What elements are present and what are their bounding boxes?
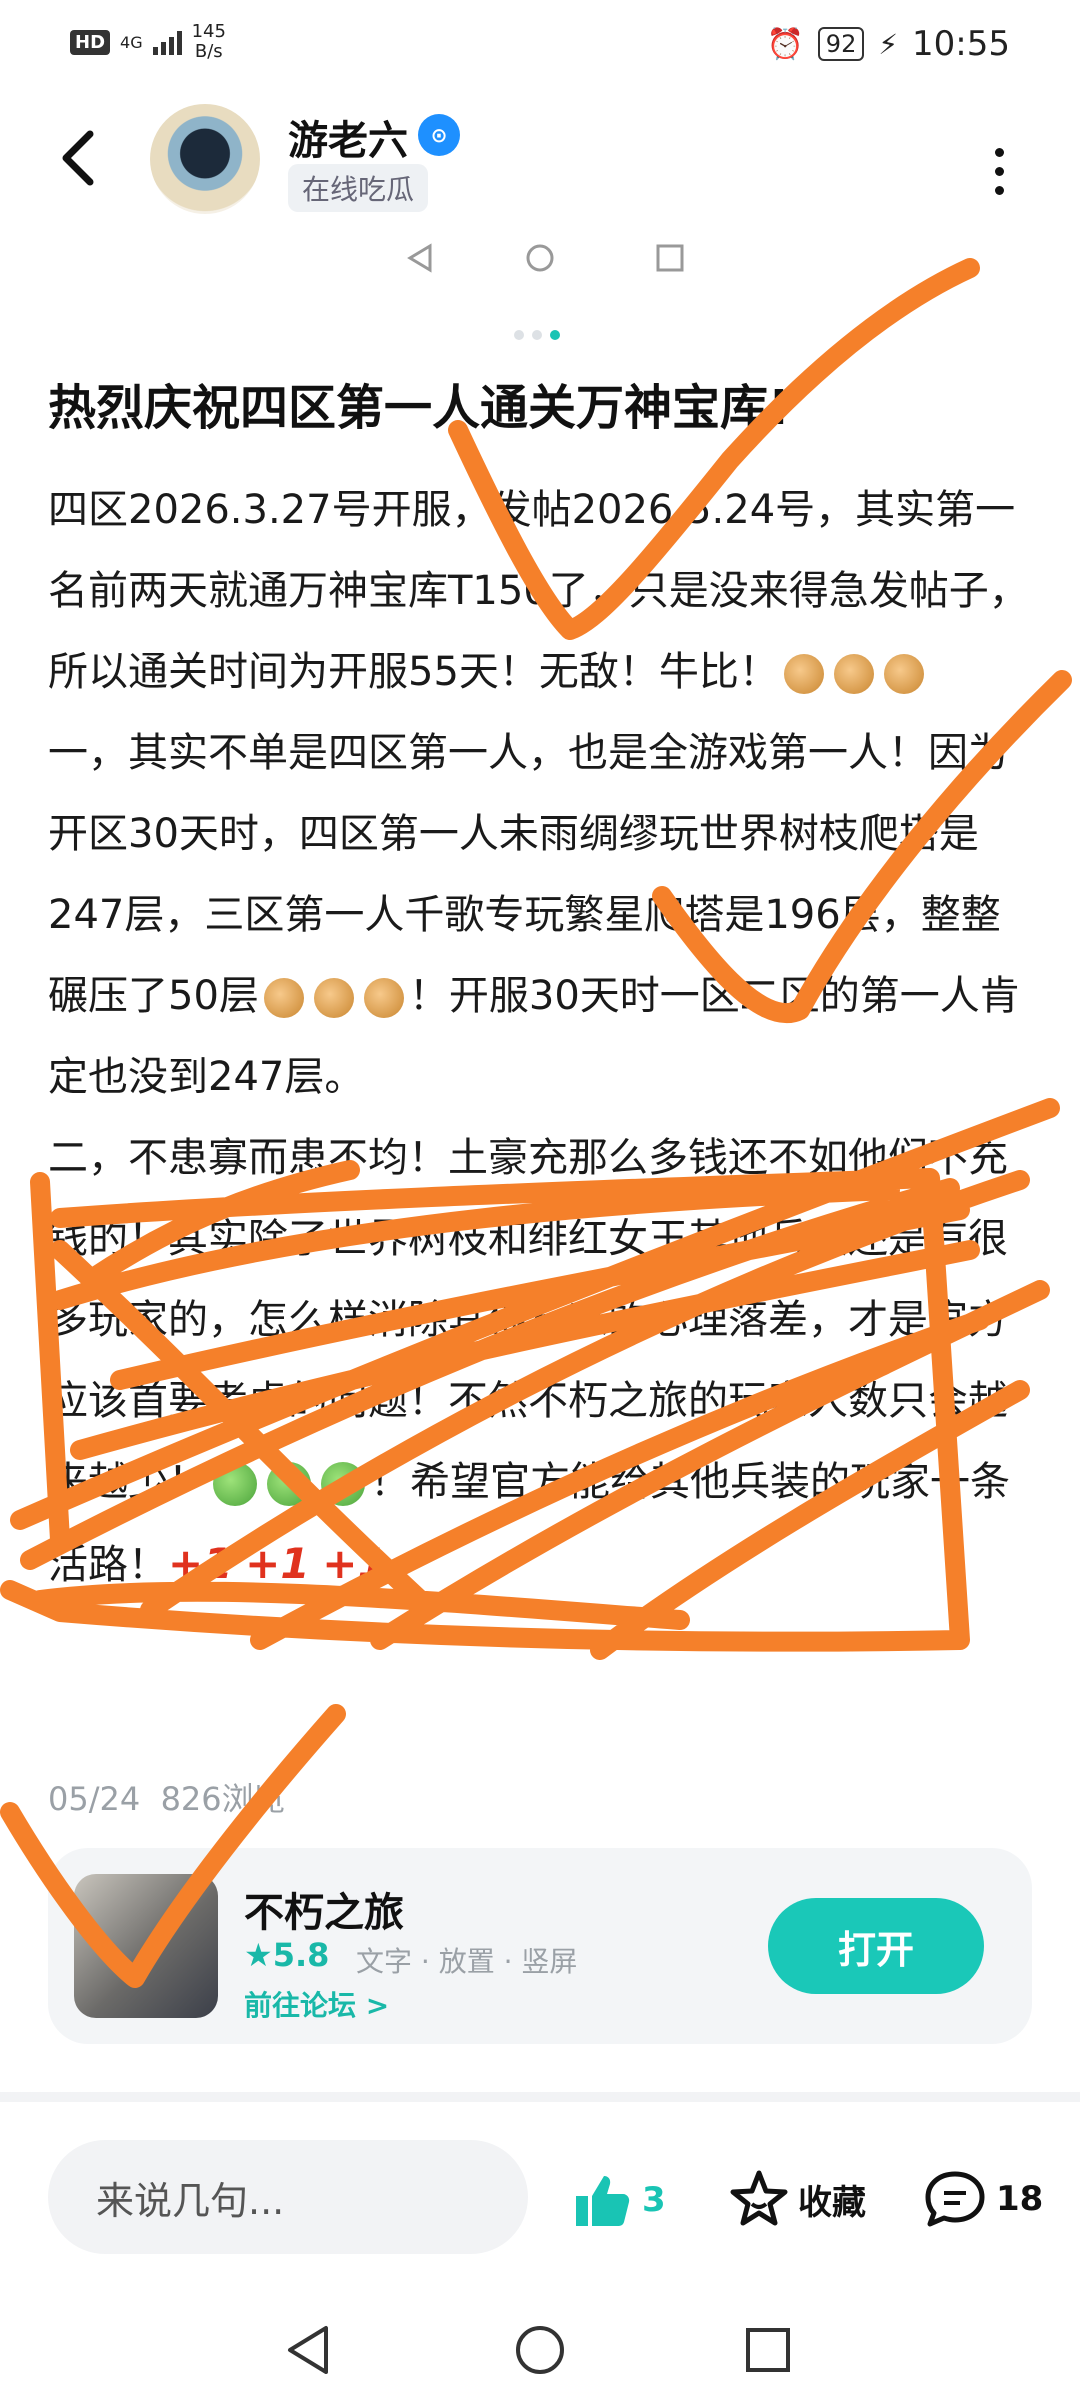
more-options-icon[interactable] — [992, 148, 1006, 195]
post-views: 826浏览 — [160, 1780, 286, 1818]
comment-bubble-icon — [925, 2171, 985, 2227]
comment-count: 18 — [996, 2179, 1044, 2219]
avatar[interactable] — [150, 104, 260, 214]
thumbs-up-emoji-icon — [313, 978, 354, 1018]
divider — [0, 2092, 1080, 2102]
game-rating: ★5.8 — [244, 1936, 330, 1974]
post-body: 四区2026.3.27号开服，发帖2026.5.24号，其实第一名前两天就通万神… — [48, 470, 1038, 1606]
signal-icon — [152, 29, 182, 55]
star-outline-icon — [730, 2170, 788, 2226]
floating-nav-controls — [407, 243, 684, 273]
like-button[interactable]: 3 — [570, 2168, 666, 2232]
verified-gamepad-icon: ⊙ — [418, 114, 460, 156]
comments-button[interactable]: 18 — [922, 2168, 1043, 2230]
thumbs-up-icon — [576, 2176, 630, 2226]
network-label: 4G — [120, 32, 143, 52]
image-pager-dots — [514, 330, 560, 340]
game-icon[interactable] — [74, 1874, 218, 2018]
post-date: 05/24 — [48, 1780, 141, 1818]
username[interactable]: 游老六 — [288, 108, 408, 166]
like-count: 3 — [642, 2180, 666, 2220]
alarm-icon: ⏰ — [766, 26, 804, 62]
status-right: ⏰ 92 ⚡ 10:55 — [766, 24, 1010, 64]
thumbs-up-emoji-icon — [883, 654, 924, 694]
mini-recent-icon — [656, 244, 684, 272]
favorite-label: 收藏 — [798, 2182, 866, 2223]
game-tags: 文字 · 放置 · 竖屏 — [356, 1945, 578, 1978]
paragraph-3: 二，不患寡而患不均！土豪充那么多钱还不如他们不充钱的！其实除了世界树枝和绯红女王… — [48, 1135, 1010, 1588]
thumbs-up-emoji-icon — [263, 978, 304, 1018]
comment-input[interactable]: 来说几句... — [48, 2140, 528, 2254]
battery-level: 92 — [817, 27, 865, 61]
thumbs-up-emoji-icon — [783, 654, 824, 694]
system-navigation-bar — [288, 2326, 790, 2374]
star-icon: ★ — [244, 1936, 273, 1974]
user-tag: 在线吃瓜 — [288, 164, 429, 212]
thumbs-up-emoji-icon — [833, 654, 874, 694]
paragraph-2: 一，其实不单是四区第一人，也是全游戏第一人！因为开区30天时，四区第一人未雨绸缪… — [48, 730, 1020, 1100]
open-game-button[interactable]: 打开 — [768, 1898, 984, 1994]
nauseated-emoji-icon — [213, 1462, 257, 1506]
plus-one-sticker: +1 — [245, 1539, 310, 1588]
nav-recent-icon — [746, 2328, 790, 2372]
nav-home-icon — [516, 2326, 564, 2374]
nauseated-emoji-icon — [267, 1462, 311, 1506]
game-name[interactable]: 不朽之旅 — [244, 1880, 404, 1938]
post-title: 热烈庆祝四区第一人通关万神宝库! — [48, 380, 790, 436]
favorite-button[interactable]: 收藏 — [728, 2168, 866, 2230]
paragraph-1: 四区2026.3.27号开服，发帖2026.5.24号，其实第一名前两天就通万神… — [48, 487, 1029, 695]
clock: 10:55 — [912, 24, 1010, 64]
nav-back-icon — [288, 2326, 328, 2374]
mini-home-icon — [526, 244, 554, 272]
charging-icon: ⚡ — [878, 27, 899, 61]
network-speed: 145 B/s — [191, 21, 226, 62]
thumbs-up-emoji-icon — [363, 978, 404, 1018]
hd-badge: HD — [70, 29, 111, 55]
post-meta: 05/24 826浏览 — [48, 1774, 286, 1820]
nauseated-emoji-icon — [321, 1462, 365, 1506]
plus-one-sticker: +1 — [322, 1539, 387, 1588]
status-left: HD 4G 145 B/s — [70, 22, 226, 62]
plus-one-sticker: +1 — [168, 1539, 233, 1588]
back-arrow-icon[interactable] — [58, 128, 98, 188]
forum-link[interactable]: 前往论坛 > — [244, 1984, 389, 2024]
mini-back-icon — [407, 243, 432, 273]
status-bar: HD 4G 145 B/s ⏰ 92 ⚡ 10:55 — [0, 0, 1080, 90]
